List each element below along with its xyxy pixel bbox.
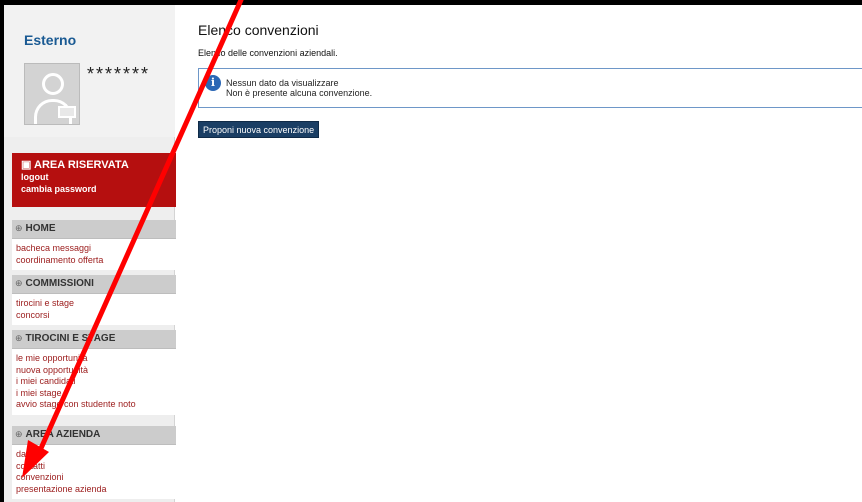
menu-item-presentazione-azienda[interactable]: presentazione azienda bbox=[16, 484, 176, 496]
menu-item-bacheca-messaggi[interactable]: bacheca messaggi bbox=[16, 243, 176, 255]
menu-item-concorsi[interactable]: concorsi bbox=[16, 310, 176, 322]
browser-frame: Esterno ******* ▣ AREA RISERVATA logout … bbox=[4, 5, 862, 502]
propose-convention-button[interactable]: Proponi nuova convenzione bbox=[198, 121, 320, 138]
expand-icon: ⊕ bbox=[15, 223, 23, 233]
menu-section-area-azienda: ⊕ AREA AZIENDA dati contatti convenzioni … bbox=[12, 426, 176, 499]
user-role-title: Esterno bbox=[24, 32, 77, 48]
main-content: Elenco convenzioni Elenco delle convenzi… bbox=[198, 5, 862, 502]
user-name: ******* bbox=[87, 64, 151, 84]
expand-icon: ⊕ bbox=[15, 429, 23, 439]
menu-item-dati[interactable]: dati bbox=[16, 449, 176, 461]
page-description: Elenco delle convenzioni aziendali. bbox=[198, 48, 338, 58]
reserved-area-title: ▣ AREA RISERVATA bbox=[21, 159, 129, 171]
menu-head-area-azienda[interactable]: ⊕ AREA AZIENDA bbox=[12, 426, 176, 445]
page-title: Elenco convenzioni bbox=[198, 22, 319, 38]
menu-head-tirocini[interactable]: ⊕ TIROCINI E STAGE bbox=[12, 330, 176, 349]
menu-head-commissioni[interactable]: ⊕ COMMISSIONI bbox=[12, 275, 176, 294]
menu-item-contatti[interactable]: contatti bbox=[16, 461, 176, 473]
menu-item-le-mie-opportunita[interactable]: le mie opportunità bbox=[16, 353, 176, 365]
logout-link[interactable]: logout bbox=[21, 171, 167, 183]
menu-section-commissioni: ⊕ COMMISSIONI tirocini e stage concorsi bbox=[12, 275, 176, 325]
menu-head-home[interactable]: ⊕ HOME bbox=[12, 220, 176, 239]
menu-item-i-miei-candidati[interactable]: i miei candidati bbox=[16, 376, 176, 388]
change-password-link[interactable]: cambia password bbox=[21, 183, 167, 195]
sidebar: Esterno ******* ▣ AREA RISERVATA logout … bbox=[4, 5, 176, 502]
menu-section-home: ⊕ HOME bacheca messaggi coordinamento off… bbox=[12, 220, 176, 270]
menu-item-avvio-stage[interactable]: avvio stage con studente noto bbox=[16, 399, 176, 411]
menu-item-convenzioni[interactable]: convenzioni bbox=[16, 472, 176, 484]
menu-item-i-miei-stage[interactable]: i miei stage bbox=[16, 388, 176, 400]
expand-icon: ⊕ bbox=[15, 333, 23, 343]
info-notice: i Nessun dato da visualizzare Non è pres… bbox=[198, 68, 862, 108]
avatar-icon bbox=[24, 63, 80, 125]
user-box: Esterno ******* bbox=[4, 5, 175, 137]
info-icon: i bbox=[205, 75, 221, 91]
expand-icon: ⊕ bbox=[15, 278, 23, 288]
menu-item-coordinamento-offerta[interactable]: coordinamento offerta bbox=[16, 255, 176, 267]
menu-item-tirocini-e-stage[interactable]: tirocini e stage bbox=[16, 298, 176, 310]
reserved-area: ▣ AREA RISERVATA logout cambia password bbox=[12, 153, 176, 207]
menu-item-nuova-opportunita[interactable]: nuova opportunità bbox=[16, 365, 176, 377]
notice-line-1: Nessun dato da visualizzare bbox=[226, 78, 339, 88]
menu-section-tirocini: ⊕ TIROCINI E STAGE le mie opportunità nuo… bbox=[12, 330, 176, 415]
notice-line-2: Non è presente alcuna convenzione. bbox=[226, 88, 373, 98]
